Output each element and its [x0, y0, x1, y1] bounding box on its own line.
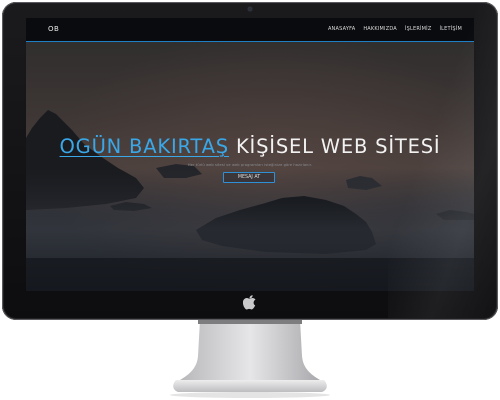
send-message-button[interactable]: MESAJ AT [223, 172, 275, 183]
hero-title-rest: KİŞİSEL WEB SİTESİ [228, 135, 441, 158]
site-brand-logo[interactable]: OB [48, 25, 59, 33]
hero-title-name[interactable]: OGÜN BAKIRTAŞ [60, 135, 229, 158]
nav-links: ANASAYFA HAKKIMIZDA İŞLERİMİZ İLETİŞİM [328, 26, 462, 32]
camera-dot [248, 7, 252, 11]
monitor-screen: OB ANASAYFA HAKKIMIZDA İŞLERİMİZ İLETİŞİ… [26, 18, 474, 291]
nav-link-home[interactable]: ANASAYFA [328, 26, 355, 32]
apple-logo-icon [243, 295, 256, 310]
hero-title: OGÜN BAKIRTAŞ KİŞİSEL WEB SİTESİ [26, 135, 474, 158]
nav-link-contact[interactable]: İLETİŞİM [439, 26, 462, 32]
nav-link-about[interactable]: HAKKIMIZDA [363, 26, 397, 32]
nav-link-works[interactable]: İŞLERİMİZ [405, 26, 432, 32]
hero-subtitle: Her türlü web sitesi ve web programları … [187, 163, 313, 167]
site-navbar: OB ANASAYFA HAKKIMIZDA İŞLERİMİZ İLETİŞİ… [26, 18, 474, 42]
